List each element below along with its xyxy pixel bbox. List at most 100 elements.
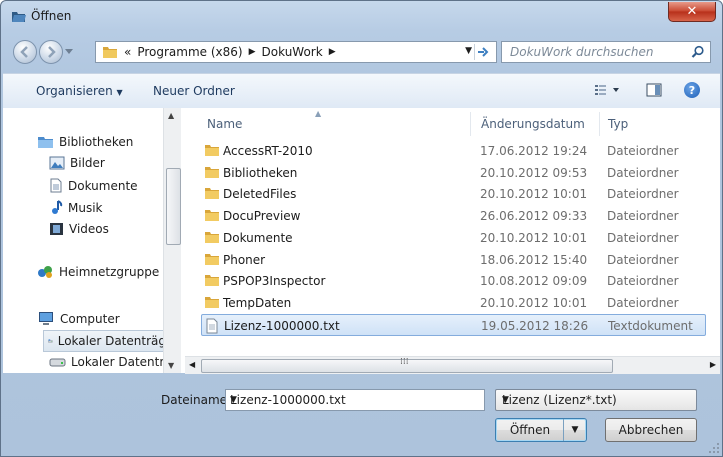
filename-input[interactable]: Lizenz-1000000.txt ▼ — [225, 389, 485, 411]
file-date: 18.06.2012 15:40 — [480, 252, 588, 267]
file-type: Dateiordner — [607, 144, 679, 158]
table-row[interactable]: Dokumente 20.10.2012 10:01 Dateiordner — [201, 227, 706, 249]
text-file-icon — [206, 318, 218, 334]
table-row[interactable]: AccessRT-2010 17.06.2012 19:24 Dateiordner — [201, 140, 706, 162]
back-button[interactable] — [13, 40, 37, 64]
nav-item-videos[interactable]: Videos — [49, 222, 109, 236]
documents-icon — [50, 178, 62, 193]
folder-icon — [205, 210, 219, 222]
file-type: Textdokument — [608, 318, 693, 333]
back-arrow-icon — [20, 46, 28, 58]
nav-item-lokaler-datentraeger-1[interactable]: Lokaler Datenträg — [43, 330, 167, 352]
table-row[interactable]: PSPOP3Inspector 10.08.2012 09:09 Dateiordn… — [201, 270, 706, 292]
file-type-select[interactable]: Lizenz (Lizenz*.txt) ▼ — [495, 389, 697, 411]
filename-dropdown-icon[interactable]: ▼ — [230, 395, 478, 405]
nav-item-musik[interactable]: Musik — [49, 200, 103, 215]
folder-icon — [205, 253, 219, 265]
forward-arrow-icon — [48, 46, 56, 58]
view-options-button[interactable] — [594, 83, 622, 100]
scroll-thumb[interactable] — [166, 168, 181, 245]
title-bar[interactable]: Öffnen ✕ — [1, 1, 722, 31]
nav-label: Heimnetzgruppe — [59, 264, 160, 279]
view-list-icon — [595, 85, 619, 95]
nav-label: Dokumente — [68, 178, 138, 193]
scroll-right-icon[interactable]: ▶ — [710, 360, 716, 369]
column-header-date[interactable]: Änderungsdatum — [481, 117, 585, 141]
file-date: 19.05.2012 18:26 — [481, 318, 589, 333]
folder-icon — [205, 188, 219, 200]
refresh-icon — [478, 47, 489, 57]
file-name: TempDaten — [223, 295, 292, 310]
file-date: 20.10.2012 10:01 — [480, 295, 588, 310]
breadcrumb-dokuwork[interactable]: DokuWork — [262, 45, 323, 59]
breadcrumb-overflow[interactable]: « — [124, 45, 131, 59]
table-row[interactable]: Phoner 18.06.2012 15:40 Dateiordner — [201, 249, 706, 271]
command-toolbar: Organisieren ▼ Neuer Ordner ? — [3, 73, 720, 109]
library-icon — [38, 137, 53, 148]
open-button[interactable]: Öffnen ▼ — [495, 418, 587, 442]
nav-item-bibliotheken[interactable]: Bibliotheken — [37, 135, 133, 149]
new-folder-button[interactable]: Neuer Ordner — [153, 84, 235, 98]
folder-icon — [205, 296, 219, 308]
nav-vertical-scrollbar[interactable]: ▲ ▼ — [163, 108, 181, 373]
preview-pane-icon — [646, 83, 662, 97]
file-date: 10.08.2012 09:09 — [480, 274, 588, 289]
nav-item-heimnetzgruppe[interactable]: Heimnetzgruppe — [37, 264, 159, 279]
address-dropdown-icon[interactable]: ▼ — [465, 46, 472, 56]
nav-label: Bilder — [70, 156, 105, 170]
open-dropdown-icon[interactable]: ▼ — [563, 419, 586, 441]
window-title: Öffnen — [31, 9, 72, 23]
grip-icon: ⁞⁞⁞ — [400, 357, 409, 367]
breadcrumb-separator-icon[interactable]: ▶ — [329, 47, 336, 57]
scroll-thumb[interactable]: ⁞⁞⁞ — [201, 357, 613, 373]
preview-pane-button[interactable] — [646, 83, 662, 100]
organize-menu[interactable]: Organisieren ▼ — [36, 84, 123, 98]
nav-item-dokumente[interactable]: Dokumente — [49, 178, 138, 193]
nav-item-lokaler-datentraeger-2[interactable]: Lokaler Datenträg — [49, 355, 179, 369]
forward-button[interactable] — [39, 40, 63, 64]
table-row[interactable]: Lizenz-1000000.txt 19.05.2012 18:26 Textdo… — [201, 313, 706, 336]
table-row[interactable]: TempDaten 20.10.2012 10:01 Dateiordner — [201, 292, 706, 314]
file-type: Dateiordner — [607, 230, 679, 245]
column-header-name[interactable]: Name — [207, 117, 242, 141]
file-name: Phoner — [223, 252, 266, 267]
file-type: Dateiordner — [607, 274, 679, 289]
nav-label: Lokaler Datenträg — [57, 334, 166, 348]
column-header-type[interactable]: Typ — [608, 117, 628, 141]
file-type: Dateiordner — [607, 295, 679, 310]
file-type: Dateiordner — [607, 252, 679, 267]
history-dropdown-icon[interactable] — [65, 47, 73, 55]
chevron-down-icon[interactable]: ▼ — [502, 395, 690, 405]
homegroup-icon — [38, 266, 52, 278]
address-bar[interactable]: « Programme (x86) ▶ DokuWork ▶ ▼ — [95, 41, 497, 63]
folder-icon — [205, 231, 219, 243]
filename-label: Dateiname: — [161, 393, 232, 407]
resize-grip-icon[interactable] — [708, 442, 720, 454]
scroll-up-icon[interactable]: ▲ — [168, 111, 174, 120]
nav-label: Videos — [69, 222, 109, 236]
table-row[interactable]: Bibliotheken 20.10.2012 09:53 Dateiordner — [201, 162, 706, 184]
scroll-left-icon[interactable]: ◀ — [189, 360, 195, 369]
content-area: Bibliotheken Bilder Dokumente Musik Vide… — [3, 108, 720, 374]
search-icon[interactable] — [691, 45, 705, 59]
folder-icon — [205, 275, 219, 287]
cancel-button[interactable]: Abbrechen — [605, 418, 697, 442]
nav-item-bilder[interactable]: Bilder — [49, 156, 105, 170]
refresh-button[interactable] — [474, 44, 493, 60]
drive-icon — [48, 339, 53, 343]
help-icon[interactable]: ? — [684, 82, 700, 98]
nav-label: Computer — [60, 311, 120, 326]
nav-item-computer[interactable]: Computer — [37, 311, 120, 326]
file-name: DeletedFiles — [223, 187, 297, 202]
navigation-pane: Bibliotheken Bilder Dokumente Musik Vide… — [3, 108, 181, 373]
breadcrumb-programme[interactable]: Programme (x86) — [137, 45, 242, 59]
breadcrumb-separator-icon[interactable]: ▶ — [249, 47, 256, 57]
sort-ascending-icon: ▲ — [315, 109, 322, 118]
scroll-down-icon[interactable]: ▼ — [168, 361, 174, 370]
table-row[interactable]: DocuPreview 26.06.2012 09:33 Dateiordner — [201, 205, 706, 227]
close-button[interactable]: ✕ — [668, 2, 716, 22]
file-date: 20.10.2012 10:01 — [480, 187, 588, 202]
table-row[interactable]: DeletedFiles 20.10.2012 10:01 Dateiordner — [201, 183, 706, 205]
horizontal-scrollbar[interactable]: ◀ ⁞⁞⁞ ▶ — [185, 356, 720, 374]
search-input[interactable]: DokuWork durchsuchen — [501, 41, 711, 63]
